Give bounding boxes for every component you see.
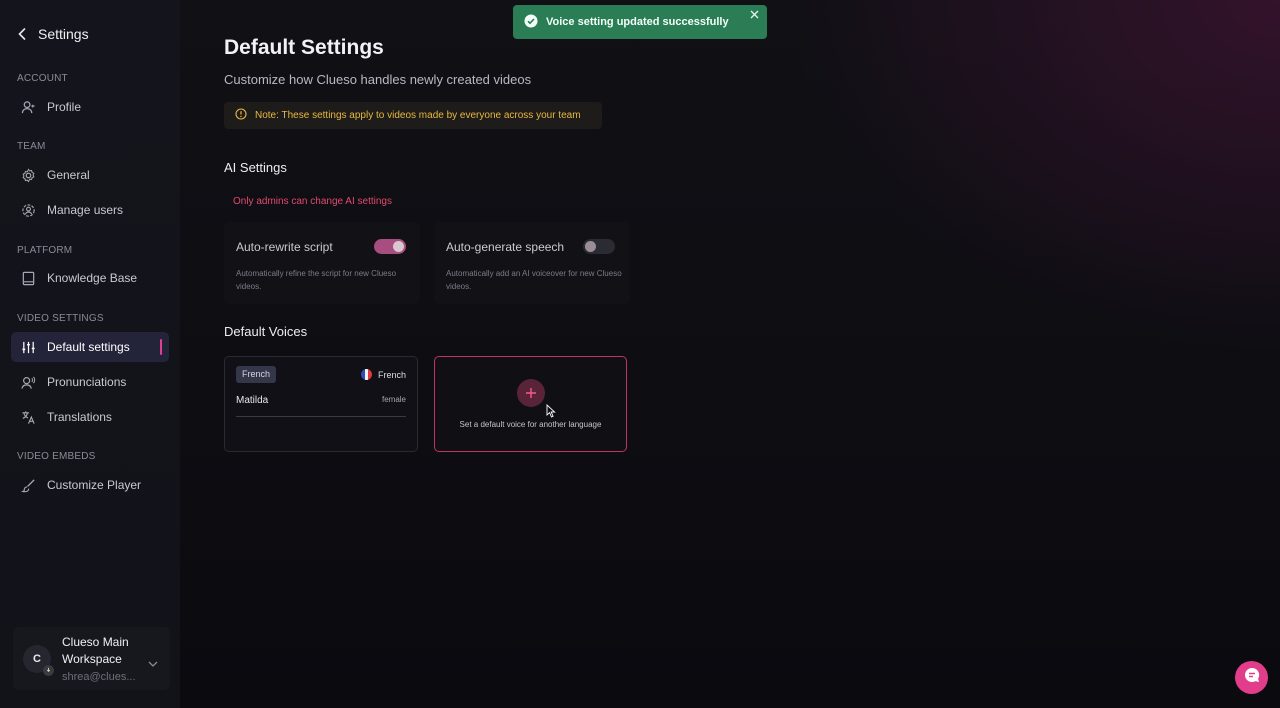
sidebar-item-general[interactable]: General bbox=[11, 160, 169, 190]
close-icon[interactable] bbox=[750, 10, 760, 20]
language-chip: French bbox=[236, 366, 277, 383]
sidebar-item-label: Manage users bbox=[47, 203, 124, 217]
toast-message: Voice setting updated successfully bbox=[546, 16, 729, 28]
workspace-switcher[interactable]: C Clueso Main Workspace shrea@clues... bbox=[13, 627, 170, 690]
admin-only-notice: Only admins can change AI settings bbox=[233, 196, 392, 207]
option-label: Auto-rewrite script bbox=[236, 240, 333, 254]
chevron-down-icon bbox=[148, 654, 158, 672]
add-default-voice-card[interactable]: Set a default voice for another language bbox=[434, 356, 627, 452]
chevron-left-icon bbox=[18, 26, 28, 42]
sidebar-item-label: Translations bbox=[47, 410, 112, 424]
sliders-icon bbox=[20, 339, 36, 355]
plus-icon[interactable] bbox=[517, 379, 545, 407]
book-icon bbox=[20, 270, 36, 286]
voice-name: Matilda bbox=[236, 395, 269, 406]
workspace-email: shrea@clues... bbox=[62, 671, 136, 683]
workspace-name: Clueso Main Workspace bbox=[62, 635, 129, 666]
option-description: Automatically refine the script for new … bbox=[236, 269, 397, 291]
toggle-knob bbox=[393, 241, 404, 252]
workspace-initial: C bbox=[33, 652, 41, 665]
page-title: Default Settings bbox=[224, 36, 384, 59]
toggle-knob bbox=[585, 241, 596, 252]
auto-speech-toggle[interactable] bbox=[583, 239, 615, 254]
language-indicator: French bbox=[360, 369, 406, 380]
voice-gender: female bbox=[381, 395, 406, 404]
section-label-team: TEAM bbox=[17, 141, 46, 152]
france-flag-icon bbox=[360, 369, 372, 380]
ai-option-auto-speech: Auto-generate speech Automatically add a… bbox=[434, 222, 630, 304]
option-label: Auto-generate speech bbox=[446, 240, 565, 254]
sidebar-item-manage-users[interactable]: Manage users bbox=[11, 195, 169, 225]
add-voice-label: Set a default voice for another language bbox=[459, 420, 602, 429]
section-label-platform: PLATFORM bbox=[17, 245, 73, 256]
translate-icon bbox=[20, 409, 36, 425]
option-description: Automatically add an AI voiceover for ne… bbox=[446, 269, 622, 291]
note-text: Note: These settings apply to videos mad… bbox=[255, 110, 581, 121]
language-name: French bbox=[377, 369, 406, 380]
ai-settings-title: AI Settings bbox=[224, 160, 287, 175]
default-voices-title: Default Voices bbox=[224, 324, 308, 339]
user-icon bbox=[20, 99, 36, 115]
section-label-video-embeds: VIDEO EMBEDS bbox=[17, 451, 96, 462]
sidebar-title: Settings bbox=[38, 26, 89, 42]
sidebar-item-label: Customize Player bbox=[47, 478, 142, 492]
ai-option-auto-rewrite: Auto-rewrite script Automatically refine… bbox=[224, 222, 420, 304]
sidebar-item-label: Pronunciations bbox=[47, 375, 127, 389]
speaking-head-icon bbox=[20, 374, 36, 390]
chat-support-button[interactable] bbox=[1235, 661, 1268, 694]
section-label-account: ACCOUNT bbox=[17, 73, 68, 84]
section-label-video-settings: VIDEO SETTINGS bbox=[17, 313, 104, 324]
chat-icon bbox=[1243, 666, 1261, 689]
workspace-badge-icon bbox=[43, 664, 54, 676]
sidebar-item-knowledge-base[interactable]: Knowledge Base bbox=[11, 263, 169, 293]
gear-icon bbox=[20, 167, 36, 183]
voice-card-french[interactable]: French French Matilda female bbox=[224, 356, 418, 452]
sidebar-item-translations[interactable]: Translations bbox=[11, 402, 169, 432]
auto-rewrite-toggle[interactable] bbox=[374, 239, 406, 254]
sidebar-item-label: Knowledge Base bbox=[47, 271, 138, 285]
paintbrush-icon bbox=[20, 477, 36, 493]
back-to-settings[interactable]: Settings bbox=[18, 26, 89, 42]
sidebar-item-label: Default settings bbox=[47, 340, 130, 354]
warning-circle-icon bbox=[235, 108, 247, 123]
page-subtitle: Customize how Clueso handles newly creat… bbox=[224, 72, 532, 87]
sidebar-item-label: Profile bbox=[47, 100, 82, 114]
divider bbox=[236, 416, 406, 417]
team-note-banner: Note: These settings apply to videos mad… bbox=[224, 102, 602, 129]
sidebar-item-label: General bbox=[47, 168, 90, 182]
workspace-avatar: C bbox=[23, 644, 54, 676]
sidebar-item-default-settings[interactable]: Default settings bbox=[11, 332, 169, 362]
users-gear-icon bbox=[20, 202, 36, 218]
sidebar-item-profile[interactable]: Profile bbox=[11, 92, 169, 122]
sidebar: Settings ACCOUNT Profile TEAM General Ma… bbox=[0, 0, 180, 708]
check-circle-icon bbox=[524, 14, 538, 31]
success-toast: Voice setting updated successfully bbox=[513, 5, 767, 39]
sidebar-item-pronunciations[interactable]: Pronunciations bbox=[11, 367, 169, 397]
sidebar-item-customize-player[interactable]: Customize Player bbox=[11, 470, 169, 500]
